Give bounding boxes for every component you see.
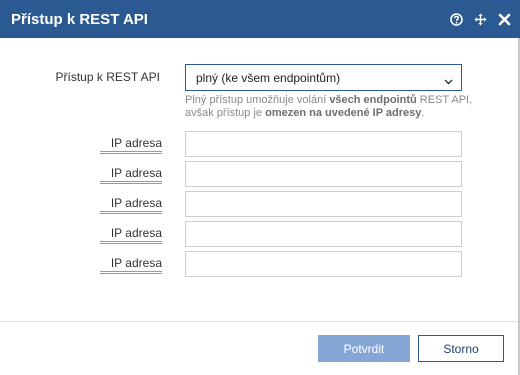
hint-bold-ip: omezen na uvedené IP adresy [265, 107, 422, 119]
ip-input[interactable] [185, 131, 462, 157]
dialog-title: Přístup k REST API [11, 10, 148, 28]
access-label: Přístup k REST API [55, 70, 160, 84]
access-hint: Plný přístup umožňuje volání všech endpo… [185, 94, 475, 120]
chevron-down-icon [444, 74, 453, 88]
close-icon[interactable] [498, 13, 511, 26]
ip-row: IP adresa [0, 161, 520, 187]
ip-label: IP adresa [100, 137, 162, 154]
ip-label: IP adresa [100, 227, 162, 244]
header-icons [439, 0, 511, 38]
hint-bold-endpoints: všech endpointů [329, 94, 417, 106]
rest-api-dialog: Přístup k REST API Přístup k REST API pl… [0, 0, 520, 375]
dialog-header[interactable]: Přístup k REST API [0, 0, 520, 38]
hint-text: Plný přístup umožňuje volání [185, 94, 330, 106]
hint-text: . [421, 107, 425, 119]
ip-row: IP adresa [0, 131, 520, 157]
footer-divider [0, 321, 520, 322]
ip-input[interactable] [185, 251, 462, 277]
help-icon[interactable] [450, 12, 463, 26]
ip-input[interactable] [185, 191, 462, 217]
ip-label: IP adresa [100, 257, 162, 274]
access-select[interactable]: plný (ke všem endpointům) [185, 64, 462, 91]
move-icon[interactable] [474, 13, 487, 26]
confirm-button[interactable]: Potvrdit [318, 335, 410, 362]
access-select-value: plný (ke všem endpointům) [196, 70, 341, 85]
ip-input[interactable] [185, 221, 462, 247]
ip-input[interactable] [185, 161, 462, 187]
ip-label: IP adresa [100, 167, 162, 184]
ip-row: IP adresa [0, 191, 520, 217]
cancel-button[interactable]: Storno [418, 335, 504, 362]
ip-row: IP adresa [0, 251, 520, 277]
ip-row: IP adresa [0, 221, 520, 247]
ip-label: IP adresa [100, 197, 162, 214]
